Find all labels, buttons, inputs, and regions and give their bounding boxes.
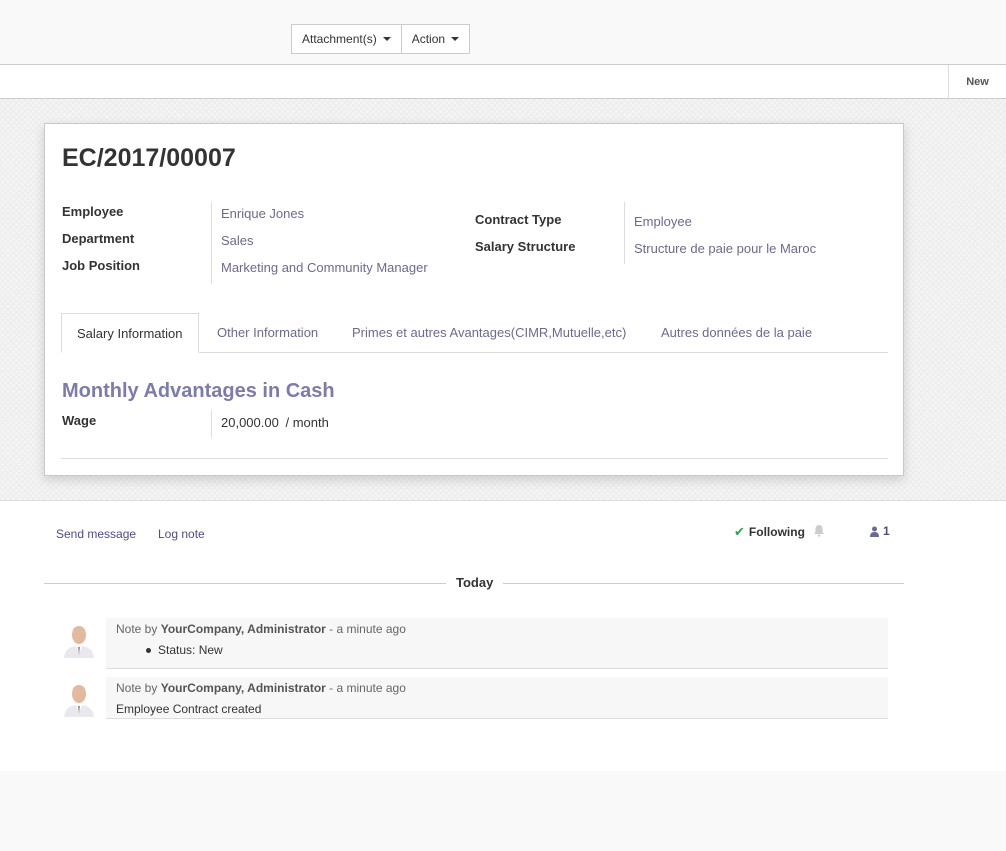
contract-type-field[interactable]: Employee (634, 214, 692, 229)
employee-field[interactable]: Enrique Jones (221, 206, 304, 221)
bullet-icon (146, 648, 151, 654)
form-statusbar: New (0, 65, 1006, 99)
wage-value: 20,000.00 (221, 415, 279, 430)
message-body: Status: New (146, 643, 223, 657)
sidebar-button-group: Attachment(s) Action (291, 24, 471, 54)
employee-label: Employee (62, 204, 124, 219)
field-divider (211, 202, 212, 284)
following-label: Following (748, 525, 805, 539)
job-position-field[interactable]: Marketing and Community Manager (221, 260, 428, 275)
control-panel: Attachment(s) Action (0, 0, 1006, 65)
field-divider (211, 410, 212, 438)
section-title: Monthly Advantages in Cash (62, 380, 335, 402)
salary-structure-label: Salary Structure (475, 239, 576, 254)
message-item: Note by YourCompany, Administrator - a m… (106, 677, 888, 719)
tab-salary-information[interactable]: Salary Information (61, 313, 199, 353)
department-label: Department (62, 231, 135, 246)
user-icon (870, 526, 879, 537)
caret-down-icon (382, 37, 391, 41)
chatter: Send message Log note ✔ Following 1 Toda… (0, 501, 1006, 771)
stage-label: New (966, 75, 989, 88)
following-button[interactable]: ✔ Following (734, 524, 805, 540)
field-divider (624, 202, 625, 264)
department-field[interactable]: Sales (221, 233, 254, 248)
message-time: - a minute ago (329, 622, 406, 636)
tracking-value: Status: New (158, 643, 223, 657)
notebook-tabs: Salary Information Other Information Pri… (61, 313, 888, 353)
bell-icon[interactable] (813, 524, 825, 540)
record-title: EC/2017/00007 (62, 144, 236, 172)
check-icon: ✔ (734, 524, 745, 539)
followers-button[interactable]: 1 (870, 524, 890, 538)
contract-type-label: Contract Type (475, 212, 562, 227)
send-message-button[interactable]: Send message (56, 527, 136, 541)
log-note-button[interactable]: Log note (158, 527, 205, 541)
avatar (62, 679, 96, 717)
action-dropdown-button[interactable]: Action (401, 24, 471, 54)
message-header: Note by YourCompany, Administrator - a m… (116, 622, 406, 636)
attachments-label: Attachment(s) (302, 32, 377, 46)
message-author[interactable]: YourCompany, Administrator (161, 622, 326, 636)
wage-label: Wage (62, 413, 97, 428)
followers-count: 1 (883, 524, 890, 538)
tab-autres-donnees-paie[interactable]: Autres données de la paie (661, 313, 812, 353)
stage-new-button[interactable]: New (948, 65, 1006, 98)
message-item: Note by YourCompany, Administrator - a m… (106, 618, 888, 669)
wage-field[interactable]: 20,000.00 / month (221, 415, 329, 430)
avatar (62, 620, 96, 658)
action-label: Action (411, 32, 446, 46)
form-sheet: EC/2017/00007 Employee Department Job Po… (44, 123, 904, 476)
date-separator: Today (446, 575, 504, 590)
message-time: - a minute ago (329, 681, 406, 695)
tab-other-information[interactable]: Other Information (217, 313, 318, 353)
message-author[interactable]: YourCompany, Administrator (161, 681, 326, 695)
sheet-bottom-divider (61, 458, 888, 459)
job-position-label: Job Position (62, 258, 140, 273)
salary-structure-field[interactable]: Structure de paie pour le Maroc (634, 241, 816, 256)
message-body: Employee Contract created (116, 702, 262, 716)
message-header: Note by YourCompany, Administrator - a m… (116, 681, 406, 695)
wage-unit: / month (285, 415, 329, 430)
attachments-dropdown-button[interactable]: Attachment(s) (291, 24, 402, 54)
tab-primes-avantages[interactable]: Primes et autres Avantages(CIMR,Mutuelle… (352, 313, 626, 353)
message-prefix: Note by (116, 681, 158, 695)
caret-down-icon (451, 37, 460, 41)
message-prefix: Note by (116, 622, 158, 636)
